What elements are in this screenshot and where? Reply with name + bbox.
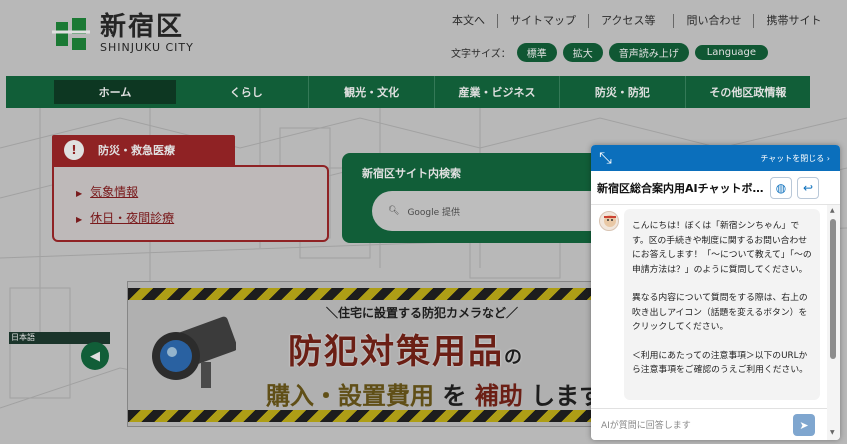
chat-scrollbar[interactable]: ▲ ▼ <box>827 205 840 440</box>
bot-message: こんにちは！ぼくは「新宿シンちゃん」です。区の手続きや制度に関するお問い合わせに… <box>624 209 820 400</box>
message-topic-change: 異なる内容について質問をする際は、右上の吹き出しアイコン（話題を変えるボタン）を… <box>632 293 808 332</box>
bot-avatar <box>599 211 619 231</box>
expand-icon[interactable]: ⤡ <box>599 148 612 168</box>
chat-title: 新宿区総合案内用AIチャットボット <box>597 181 765 195</box>
chat-input[interactable]: AIが質問に回答します ➤ <box>591 408 827 440</box>
chat-title-row: 新宿区総合案内用AIチャットボット ◍ ↩ <box>591 171 840 205</box>
globe-icon[interactable]: ◍ <box>770 176 792 199</box>
scroll-down-icon[interactable]: ▼ <box>830 429 835 436</box>
chat-topbar: ⤡ チャットを閉じる › <box>591 145 840 171</box>
scroll-thumb[interactable] <box>830 219 836 359</box>
send-icon: ➤ <box>799 418 809 432</box>
chat-input-placeholder: AIが質問に回答します <box>601 421 691 431</box>
scroll-up-icon[interactable]: ▲ <box>830 207 835 214</box>
send-button[interactable]: ➤ <box>793 414 815 436</box>
close-chat-button[interactable]: チャットを閉じる › <box>760 153 830 164</box>
ai-chat-panel: ⤡ チャットを閉じる › 新宿区総合案内用AIチャットボット ◍ ↩ こんにちは… <box>591 145 840 440</box>
change-topic-icon[interactable]: ↩ <box>797 176 819 199</box>
message-notes: ＜利用にあたっての注意事項＞以下のURLから注意事項をご確認のうえご利用ください… <box>632 350 808 376</box>
message-greeting: こんにちは！ぼくは「新宿シンちゃん」です。区の手続きや制度に関するお問い合わせに… <box>632 221 812 275</box>
chat-messages: こんにちは！ぼくは「新宿シンちゃん」です。区の手続きや制度に関するお問い合わせに… <box>591 205 827 408</box>
